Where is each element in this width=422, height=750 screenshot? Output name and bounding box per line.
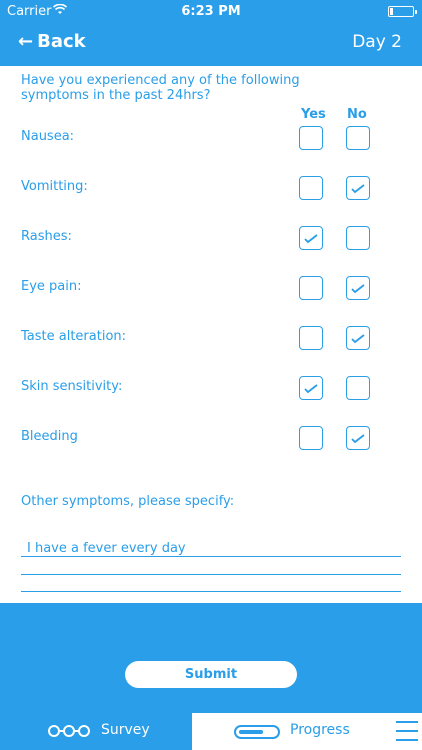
yes-checkbox[interactable]	[299, 226, 323, 250]
input-underline	[21, 556, 401, 557]
survey-card: Have you experienced any of the followin…	[0, 66, 422, 603]
symptom-row: Vomitting:	[0, 176, 422, 200]
symptom-label: Bleeding	[21, 429, 78, 444]
symptom-row: Skin sensitivity:	[0, 376, 422, 400]
back-arrow-icon: ←	[18, 31, 34, 52]
symptom-row: Taste alteration:	[0, 326, 422, 350]
symptom-row: Eye pain:	[0, 276, 422, 300]
nav-bar: ← Back Day 2	[0, 22, 422, 66]
yes-checkbox[interactable]	[299, 126, 323, 150]
survey-icon	[48, 724, 92, 742]
symptom-label: Eye pain:	[21, 279, 82, 294]
tab-progress-label: Progress	[290, 722, 350, 738]
back-button[interactable]: ← Back	[18, 31, 86, 52]
yes-checkbox[interactable]	[299, 176, 323, 200]
symptom-label: Skin sensitivity:	[21, 379, 123, 394]
symptom-label: Vomitting:	[21, 179, 88, 194]
other-symptoms-label: Other symptoms, please specify:	[21, 494, 235, 509]
battery-icon	[388, 6, 417, 17]
no-checkbox[interactable]	[346, 176, 370, 200]
input-underline	[21, 591, 401, 592]
no-checkbox[interactable]	[346, 126, 370, 150]
symptom-label: Nausea:	[21, 129, 75, 144]
symptom-row: Nausea:	[0, 126, 422, 150]
yes-checkbox[interactable]	[299, 326, 323, 350]
clock: 6:23 PM	[181, 4, 241, 19]
tab-progress[interactable]: Progress	[192, 713, 422, 750]
yes-checkbox[interactable]	[299, 276, 323, 300]
progress-icon	[234, 725, 280, 743]
day-title: Day 2	[352, 32, 402, 52]
menu-icon[interactable]	[396, 721, 418, 742]
symptom-label: Taste alteration:	[21, 329, 127, 344]
tab-survey[interactable]: Survey	[0, 713, 192, 750]
tab-survey-label: Survey	[101, 722, 150, 738]
input-underline	[21, 574, 401, 575]
no-checkbox[interactable]	[346, 226, 370, 250]
submit-button[interactable]: Submit	[125, 661, 297, 688]
tab-bar: Survey Progress	[0, 713, 422, 750]
yes-checkbox[interactable]	[299, 426, 323, 450]
no-checkbox[interactable]	[346, 326, 370, 350]
other-symptoms-input[interactable]	[27, 541, 397, 556]
yes-checkbox[interactable]	[299, 376, 323, 400]
back-label: Back	[37, 31, 86, 52]
survey-question: Have you experienced any of the followin…	[21, 73, 300, 103]
yes-column-header: Yes	[301, 107, 326, 122]
no-checkbox[interactable]	[346, 376, 370, 400]
status-bar: Carrier 6:23 PM	[0, 0, 422, 22]
no-checkbox[interactable]	[346, 276, 370, 300]
no-column-header: No	[347, 107, 367, 122]
symptom-label: Rashes:	[21, 229, 72, 244]
symptom-row: Rashes:	[0, 226, 422, 250]
symptom-row: Bleeding	[0, 426, 422, 450]
no-checkbox[interactable]	[346, 426, 370, 450]
